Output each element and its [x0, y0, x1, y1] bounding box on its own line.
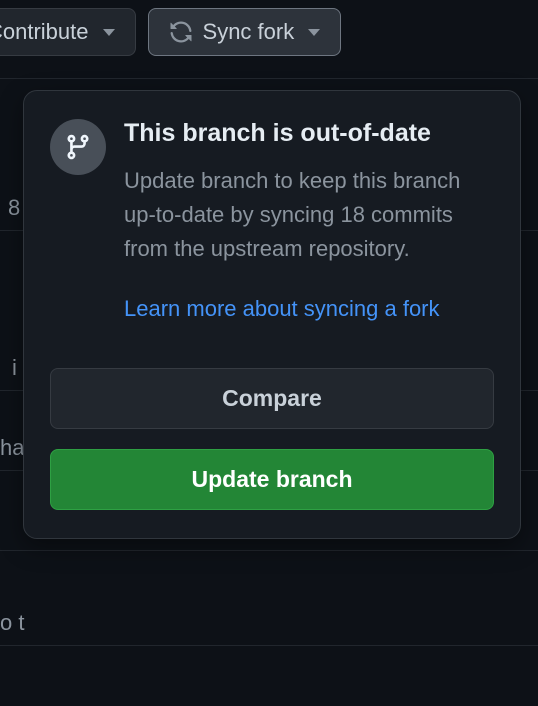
- bg-text: ha: [0, 435, 24, 461]
- sync-fork-label: Sync fork: [203, 19, 295, 45]
- compare-button[interactable]: Compare: [50, 368, 494, 429]
- bg-text: 8: [8, 195, 20, 221]
- chevron-down-icon: [308, 29, 320, 36]
- contribute-button[interactable]: Contribute: [0, 8, 136, 56]
- popover-body: This branch is out-of-date Update branch…: [24, 91, 520, 346]
- popover-description: Update branch to keep this branch up-to-…: [124, 164, 494, 266]
- sync-fork-popover: This branch is out-of-date Update branch…: [23, 90, 521, 539]
- git-branch-icon: [50, 119, 106, 175]
- popover-heading: This branch is out-of-date: [124, 117, 494, 150]
- learn-more-link[interactable]: Learn more about syncing a fork: [124, 292, 440, 326]
- update-branch-button[interactable]: Update branch: [50, 449, 494, 510]
- contribute-label: Contribute: [0, 19, 89, 45]
- chevron-down-icon: [103, 29, 115, 36]
- popover-actions: Compare Update branch: [24, 346, 520, 538]
- sync-icon: [169, 20, 193, 44]
- bg-text: o t: [0, 610, 24, 636]
- top-toolbar: Contribute Sync fork: [0, 0, 538, 64]
- bg-text: i: [12, 355, 17, 381]
- popover-text: This branch is out-of-date Update branch…: [124, 117, 494, 326]
- sync-fork-button[interactable]: Sync fork: [148, 8, 342, 56]
